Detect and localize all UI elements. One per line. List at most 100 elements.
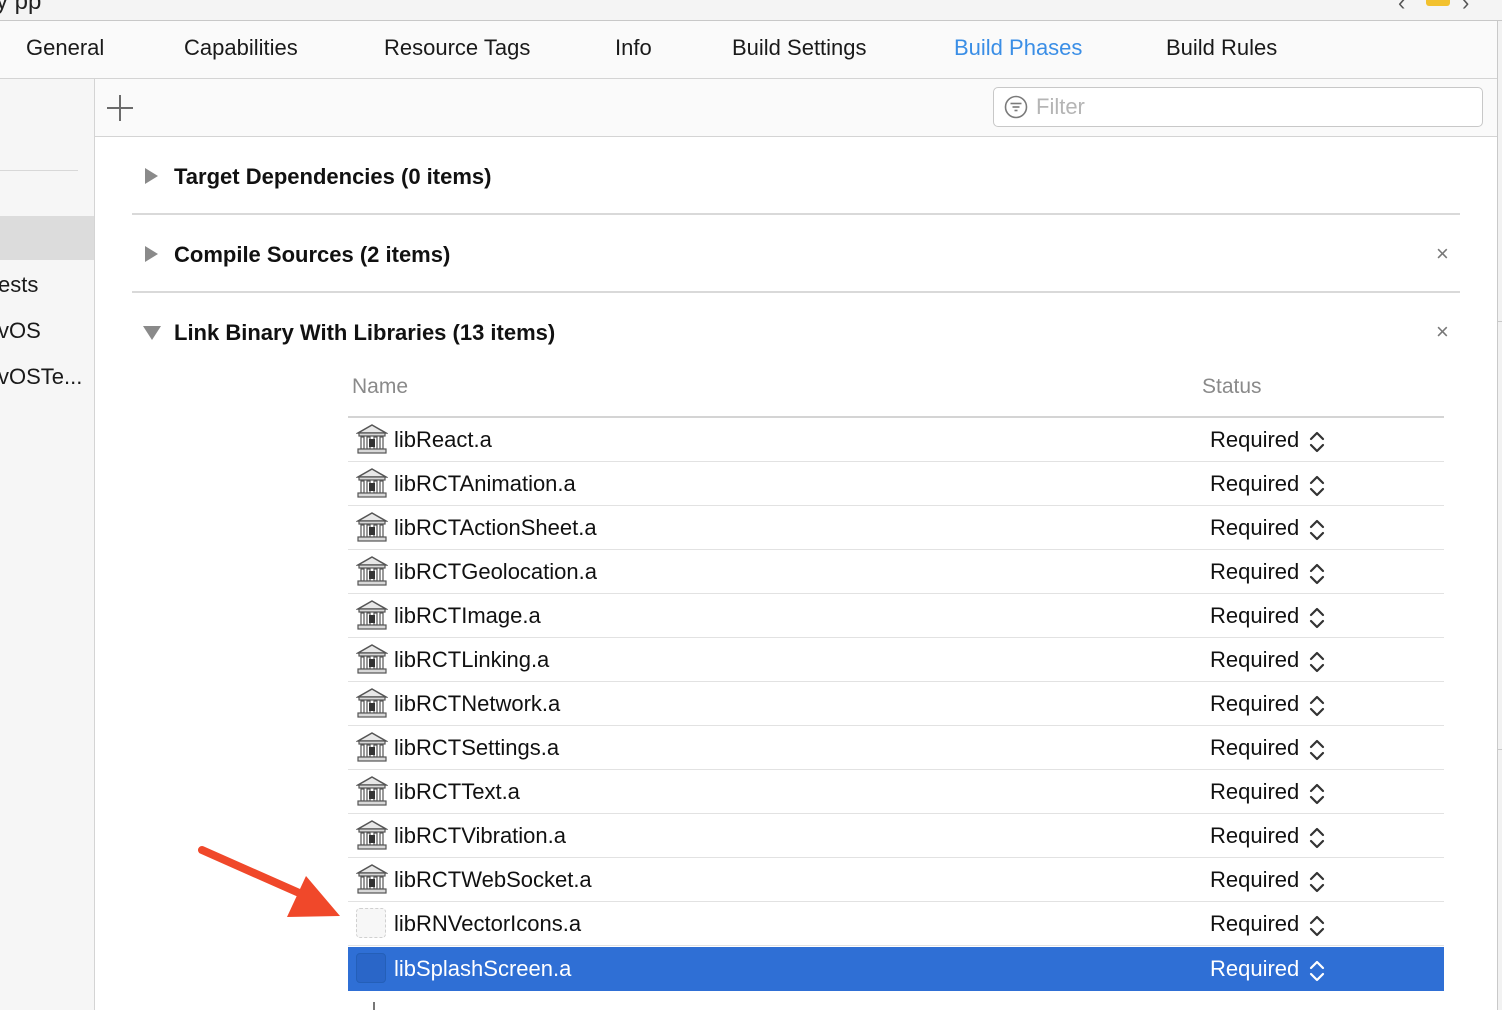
back-chevron-icon[interactable]: ‹ xyxy=(1398,0,1405,16)
library-name: libRCTNetwork.a xyxy=(394,691,561,716)
window-title-fragment: y pp xyxy=(0,0,42,15)
library-row[interactable]: libRCTText.a Required xyxy=(348,770,1444,814)
chevron-up-down-icon[interactable] xyxy=(1308,781,1326,807)
library-name: libRCTImage.a xyxy=(394,603,541,628)
chevron-up-down-icon[interactable] xyxy=(1308,517,1326,543)
tab-build-phases[interactable]: Build Phases xyxy=(954,35,1082,61)
library-icon xyxy=(356,512,388,542)
tab-resource-tags[interactable]: Resource Tags xyxy=(384,35,530,61)
library-row-selected[interactable]: libSplashScreen.a Required xyxy=(348,947,1444,991)
library-row[interactable]: libRCTNetwork.a Required xyxy=(348,682,1444,726)
library-name: libSplashScreen.a xyxy=(394,956,572,981)
column-header-name[interactable]: Name xyxy=(352,375,408,399)
library-status-popup[interactable]: Required xyxy=(1210,471,1299,497)
chevron-up-down-icon[interactable] xyxy=(1308,825,1326,851)
library-status-popup[interactable]: Required xyxy=(1210,823,1299,849)
column-header-status[interactable]: Status xyxy=(1202,375,1262,399)
sidebar-item-tvos[interactable]: vOS xyxy=(0,318,41,344)
library-row[interactable]: libRCTLinking.a Required xyxy=(348,638,1444,682)
chevron-up-down-icon[interactable] xyxy=(1308,913,1326,939)
library-name: libRCTVibration.a xyxy=(394,823,567,848)
library-status-popup[interactable]: Required xyxy=(1210,515,1299,541)
library-icon xyxy=(356,820,388,850)
phase-divider xyxy=(132,213,1460,215)
library-status-popup[interactable]: Required xyxy=(1210,603,1299,629)
phase-divider xyxy=(132,291,1460,293)
disclosure-triangle-collapsed-icon[interactable] xyxy=(142,245,160,263)
library-row[interactable]: libRCTVibration.a Required xyxy=(348,814,1444,858)
chevron-up-down-icon[interactable] xyxy=(1308,737,1326,763)
blank-file-icon xyxy=(356,908,386,938)
library-row[interactable]: libRCTActionSheet.a Required xyxy=(348,506,1444,550)
library-status-popup[interactable]: Required xyxy=(1210,647,1299,673)
tab-info[interactable]: Info xyxy=(615,35,652,61)
library-row[interactable]: libRCTAnimation.a Required xyxy=(348,462,1444,506)
disclosure-triangle-expanded-icon[interactable] xyxy=(142,323,162,341)
library-icon xyxy=(356,600,388,630)
sidebar-divider xyxy=(0,170,78,171)
edge-divider xyxy=(1498,749,1502,750)
filter-icon xyxy=(1004,95,1028,119)
chevron-up-down-icon[interactable] xyxy=(1308,605,1326,631)
forward-chevron-icon[interactable]: › xyxy=(1462,0,1469,16)
library-icon xyxy=(356,732,388,762)
tab-capabilities[interactable]: Capabilities xyxy=(184,35,298,61)
phase-title[interactable]: Link Binary With Libraries (13 items) xyxy=(174,320,555,346)
filter-field[interactable] xyxy=(993,87,1483,127)
library-row[interactable]: libRCTWebSocket.a Required xyxy=(348,858,1444,902)
library-icon xyxy=(356,776,388,806)
filter-input[interactable] xyxy=(1036,94,1456,120)
library-name: libRNVectorIcons.a xyxy=(394,911,582,936)
phase-title[interactable]: Compile Sources (2 items) xyxy=(174,242,450,268)
library-status-popup[interactable]: Required xyxy=(1210,427,1299,453)
library-name: libRCTWebSocket.a xyxy=(394,867,592,892)
right-edge-panel xyxy=(1497,21,1502,1010)
window-title-strip: y pp ‹ › xyxy=(0,0,1502,21)
library-status-popup[interactable]: Required xyxy=(1210,779,1299,805)
delete-phase-close-icon[interactable]: × xyxy=(1436,319,1449,345)
build-phases-toolbar xyxy=(95,79,1497,137)
sidebar-item-selected[interactable] xyxy=(0,216,94,260)
library-icon xyxy=(356,424,388,454)
delete-phase-close-icon[interactable]: × xyxy=(1436,241,1449,267)
chevron-up-down-icon[interactable] xyxy=(1308,958,1326,984)
library-status-popup[interactable]: Required xyxy=(1210,559,1299,585)
phase-target-dependencies: Target Dependencies (0 items) xyxy=(132,150,1460,210)
targets-sidebar: ests vOS vOSTe... xyxy=(0,79,95,1010)
disclosure-triangle-collapsed-icon[interactable] xyxy=(142,167,160,185)
chevron-up-down-icon[interactable] xyxy=(1308,561,1326,587)
phase-link-binary-with-libraries: Link Binary With Libraries (13 items) × xyxy=(132,306,1460,366)
chevron-up-down-icon[interactable] xyxy=(1308,869,1326,895)
library-icon xyxy=(356,644,388,674)
library-status-popup[interactable]: Required xyxy=(1210,911,1299,937)
chevron-up-down-icon[interactable] xyxy=(1308,473,1326,499)
library-name: libRCTSettings.a xyxy=(394,735,560,760)
chevron-up-down-icon[interactable] xyxy=(1308,649,1326,675)
tab-build-settings[interactable]: Build Settings xyxy=(732,35,867,61)
library-icon xyxy=(356,468,388,498)
tab-general[interactable]: General xyxy=(26,35,104,61)
library-name: libRCTText.a xyxy=(394,779,520,804)
library-icon xyxy=(356,688,388,718)
library-row[interactable]: libRCTSettings.a Required xyxy=(348,726,1444,770)
library-status-popup[interactable]: Required xyxy=(1210,956,1299,982)
library-row[interactable]: libRCTImage.a Required xyxy=(348,594,1444,638)
sidebar-item-tests[interactable]: ests xyxy=(0,272,38,298)
warning-icon[interactable] xyxy=(1426,0,1450,6)
sidebar-item-tvos-tests[interactable]: vOSTe... xyxy=(0,364,82,390)
library-name: libRCTAnimation.a xyxy=(394,471,576,496)
add-build-phase-button[interactable] xyxy=(107,95,133,121)
library-row[interactable]: libRCTGeolocation.a Required xyxy=(348,550,1444,594)
library-row[interactable]: libReact.a Required xyxy=(348,418,1444,462)
library-status-popup[interactable]: Required xyxy=(1210,867,1299,893)
chevron-up-down-icon[interactable] xyxy=(1308,693,1326,719)
add-library-button[interactable] xyxy=(373,1002,375,1010)
library-status-popup[interactable]: Required xyxy=(1210,691,1299,717)
library-status-popup[interactable]: Required xyxy=(1210,735,1299,761)
library-name: libReact.a xyxy=(394,427,492,452)
phase-title[interactable]: Target Dependencies (0 items) xyxy=(174,164,491,190)
library-row[interactable]: libRNVectorIcons.a Required xyxy=(348,902,1444,946)
tab-build-rules[interactable]: Build Rules xyxy=(1166,35,1277,61)
chevron-up-down-icon[interactable] xyxy=(1308,429,1326,455)
table-footer-partial xyxy=(348,990,1444,1010)
